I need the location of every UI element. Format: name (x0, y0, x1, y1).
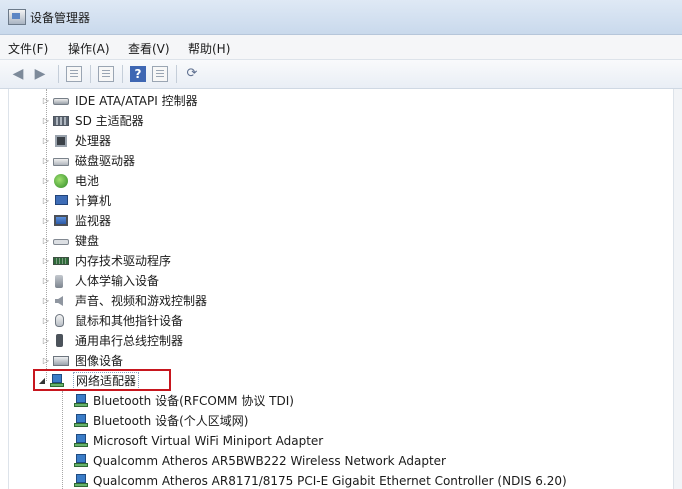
ide-controller-icon (53, 98, 69, 105)
toolbar-separator (58, 65, 59, 83)
hid-icon (55, 275, 63, 288)
toolbar-separator (90, 65, 91, 83)
tree-item-label: SD 主适配器 (75, 114, 144, 128)
expand-icon[interactable]: ▷ (41, 311, 51, 331)
show-console-icon[interactable] (152, 66, 168, 82)
highlight-annotation (33, 369, 171, 391)
expand-icon[interactable]: ▷ (41, 131, 51, 151)
expand-icon[interactable]: ▷ (41, 251, 51, 271)
expand-icon[interactable]: ▷ (41, 111, 51, 131)
tree-item-label: Bluetooth 设备(RFCOMM 协议 TDI) (93, 394, 294, 408)
menu-action[interactable]: 操作(A) (68, 40, 110, 57)
properties-icon[interactable] (98, 66, 114, 82)
battery-icon (54, 174, 68, 188)
toolbar-separator (176, 65, 177, 83)
network-adapter-icon (73, 433, 89, 449)
scan-hardware-icon[interactable]: ⟳ (184, 66, 200, 82)
expand-icon[interactable]: ▷ (41, 151, 51, 171)
processor-icon (55, 135, 67, 147)
tree-item-label: 计算机 (75, 194, 112, 208)
menu-view[interactable]: 查看(V) (128, 40, 170, 57)
scrollbar[interactable] (673, 89, 682, 489)
tree-item-label: Bluetooth 设备(个人区域网) (93, 414, 249, 428)
tree-item-label: 处理器 (75, 134, 112, 148)
window-title: 设备管理器 (30, 11, 91, 25)
tree-item-label: Qualcomm Atheros AR8171/8175 PCI-E Gigab… (93, 474, 567, 488)
tree-item-label: 鼠标和其他指针设备 (75, 314, 184, 328)
expand-icon[interactable]: ▷ (41, 291, 51, 311)
tree-item-label: 磁盘驱动器 (75, 154, 136, 168)
menu-file[interactable]: 文件(F) (8, 40, 48, 57)
network-adapter-icon (73, 453, 89, 469)
expand-icon[interactable]: ▷ (41, 231, 51, 251)
tree-item-label: 内存技术驱动程序 (75, 254, 172, 268)
menu-help[interactable]: 帮助(H) (188, 40, 230, 57)
toolbar-separator (122, 65, 123, 83)
sd-host-icon (53, 116, 69, 126)
device-tree: ▷ IDE ATA/ATAPI 控制器 ▷ SD 主适配器 ▷ 处理器 ▷ 磁盘… (8, 89, 675, 489)
monitor-icon (54, 215, 68, 226)
expand-icon[interactable]: ▷ (41, 191, 51, 211)
tree-item-label: 监视器 (75, 214, 112, 228)
disk-drive-icon (53, 158, 69, 166)
back-arrow-icon[interactable]: ◀ (10, 66, 26, 82)
expand-icon[interactable]: ▷ (41, 271, 51, 291)
expand-icon[interactable]: ▷ (41, 91, 51, 111)
forward-arrow-icon[interactable]: ▶ (32, 66, 48, 82)
tree-item-label: 通用串行总线控制器 (75, 334, 184, 348)
device-manager-icon (8, 9, 26, 25)
tree-item-label: 电池 (75, 174, 100, 188)
tree-item-label: 键盘 (75, 234, 100, 248)
menu-bar: 文件(F) 操作(A) 查看(V) 帮助(H) (0, 35, 682, 60)
computer-icon (55, 195, 68, 205)
tree-item-label: IDE ATA/ATAPI 控制器 (75, 94, 198, 108)
tree-item-label: Microsoft Virtual WiFi Miniport Adapter (93, 434, 324, 448)
expand-icon[interactable]: ▷ (41, 211, 51, 231)
show-hide-console-tree-icon[interactable] (66, 66, 82, 82)
audio-icon (55, 296, 63, 306)
network-adapter-icon (73, 413, 89, 429)
expand-icon[interactable]: ▷ (41, 331, 51, 351)
expand-icon[interactable]: ▷ (41, 351, 51, 371)
usb-icon (56, 334, 63, 347)
network-adapter-icon (73, 473, 89, 489)
keyboard-icon (53, 239, 69, 245)
toolbar: ◀ ▶ ? ⟳ (0, 60, 682, 89)
network-adapter-icon (73, 393, 89, 409)
tree-item-label: 人体学输入设备 (75, 274, 160, 288)
help-icon[interactable]: ? (130, 66, 146, 82)
tree-item-label: Qualcomm Atheros AR5BWB222 Wireless Netw… (93, 454, 446, 468)
tree-item-label: 图像设备 (75, 354, 124, 368)
memory-technology-icon (53, 257, 69, 265)
title-bar: 设备管理器 (0, 0, 682, 35)
expand-icon[interactable]: ▷ (41, 171, 51, 191)
imaging-icon (53, 356, 69, 366)
tree-line (62, 391, 63, 489)
mouse-icon (55, 314, 64, 327)
tree-item-label: 声音、视频和游戏控制器 (75, 294, 208, 308)
